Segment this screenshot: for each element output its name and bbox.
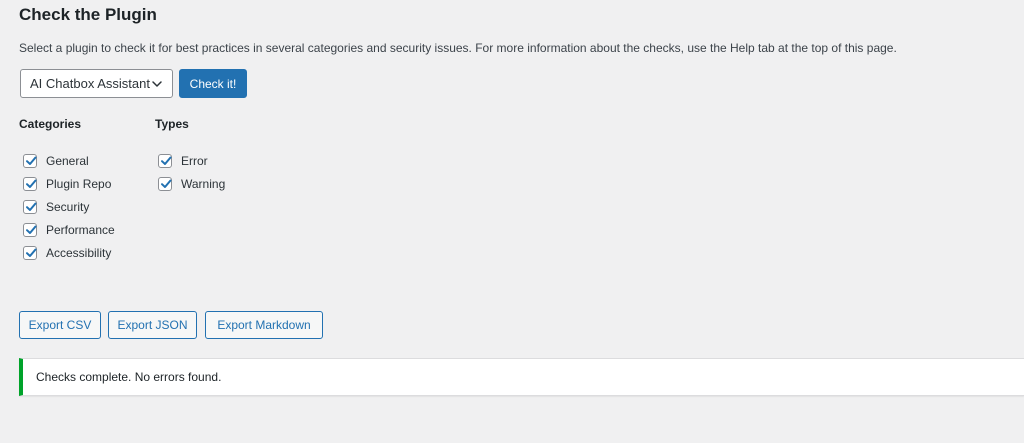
check-it-button[interactable]: Check it! [179,69,247,98]
export-csv-button[interactable]: Export CSV [19,311,101,339]
checkbox-label: Accessibility [46,246,112,260]
checkbox-checked[interactable] [23,154,37,168]
categories-heading: Categories [19,117,82,131]
plugin-check-page: Check the Plugin Select a plugin to chec… [0,0,1024,443]
checkbox-security[interactable]: Security [23,198,89,216]
checkmark-icon [26,248,37,257]
checkbox-checked[interactable] [23,177,37,191]
checkmark-icon [161,179,172,188]
plugin-select[interactable]: AI Chatbox Assistant [20,69,173,98]
intro-text: Select a plugin to check it for best pra… [19,41,897,55]
checkbox-checked[interactable] [158,177,172,191]
page-title: Check the Plugin [19,5,157,24]
notice-text: Checks complete. No errors found. [36,370,222,384]
checkbox-checked[interactable] [23,200,37,214]
success-notice: Checks complete. No errors found. [19,358,1024,396]
checkbox-checked[interactable] [23,246,37,260]
checkmark-icon [161,156,172,165]
checkmark-icon [26,179,37,188]
checkbox-label: Plugin Repo [46,177,112,191]
checkbox-label: Security [46,200,90,214]
checkbox-warning[interactable]: Warning [158,175,225,193]
checkmark-icon [26,225,37,234]
checkbox-plugin-repo[interactable]: Plugin Repo [23,175,111,193]
checkmark-icon [26,156,37,165]
checkbox-label: General [46,154,89,168]
export-json-button[interactable]: Export JSON [108,311,197,339]
plugin-select-value: AI Chatbox Assistant [30,76,150,91]
checkbox-accessibility[interactable]: Accessibility [23,244,111,262]
checkbox-label: Performance [46,223,115,237]
checkbox-checked[interactable] [158,154,172,168]
checkbox-checked[interactable] [23,223,37,237]
checkbox-label: Error [181,154,208,168]
export-markdown-button[interactable]: Export Markdown [205,311,323,339]
checkbox-performance[interactable]: Performance [23,221,115,239]
checkmark-icon [26,202,37,211]
types-heading: Types [155,117,189,131]
checkbox-label: Warning [181,177,226,191]
checkbox-general[interactable]: General [23,152,89,170]
checkbox-error[interactable]: Error [158,152,208,170]
chevron-down-icon [152,81,162,87]
